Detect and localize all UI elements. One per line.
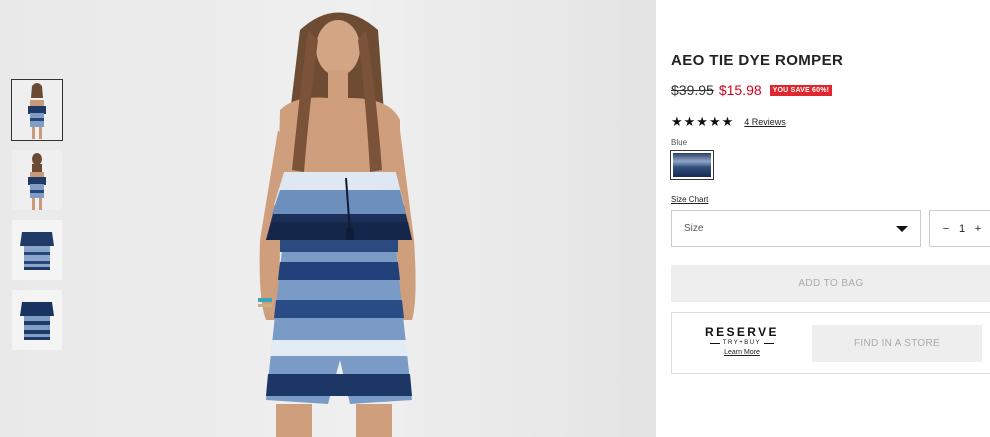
increment-button[interactable]: + [970,223,986,235]
size-chart-link[interactable]: Size Chart [671,195,708,204]
decrement-button[interactable]: − [938,223,954,235]
original-price: $39.95 [671,82,714,98]
add-to-bag-button[interactable]: ADD TO BAG [671,265,990,302]
find-in-store-button[interactable]: FIND IN A STORE [812,325,982,362]
quantity-stepper: − 1 + [929,210,990,247]
price-row: $39.95 $15.98 YOU SAVE 60%! [671,82,833,98]
rating-row: ★★★★★ 4 Reviews [671,114,786,130]
reserve-logo-subtitle: TRY+BUY [702,340,782,346]
color-swatch-blue[interactable] [670,150,714,180]
thumbnail-back[interactable] [12,150,62,210]
size-dropdown[interactable]: Size [671,210,921,247]
reserve-logo-word: RESERVE [705,325,779,339]
thumbnail-front[interactable] [11,79,63,141]
learn-more-link[interactable]: Learn More [702,349,782,356]
product-gallery [0,0,656,437]
size-dropdown-label: Size [684,223,704,234]
product-title: AEO TIE DYE ROMPER [671,52,844,69]
color-label: Blue [671,138,688,147]
chevron-down-icon [896,225,908,232]
thumbnail-list [11,79,64,360]
reserve-try-buy-box: RESERVE TRY+BUY Learn More FIND IN A STO… [671,312,990,374]
sale-price: $15.98 [718,82,762,98]
main-product-image [258,12,416,437]
swatch-pattern [673,153,711,177]
thumbnail-flat-back[interactable] [12,290,62,350]
product-details-panel: AEO TIE DYE ROMPER $39.95 $15.98 YOU SAV… [656,0,990,437]
star-rating-icon: ★★★★★ [671,114,735,129]
quantity-value: 1 [958,222,966,235]
savings-badge: YOU SAVE 60%! [769,84,833,96]
reviews-link[interactable]: 4 Reviews [744,117,786,127]
reserve-logo: RESERVE TRY+BUY Learn More [702,325,782,356]
thumbnail-flat-front[interactable] [12,220,62,280]
